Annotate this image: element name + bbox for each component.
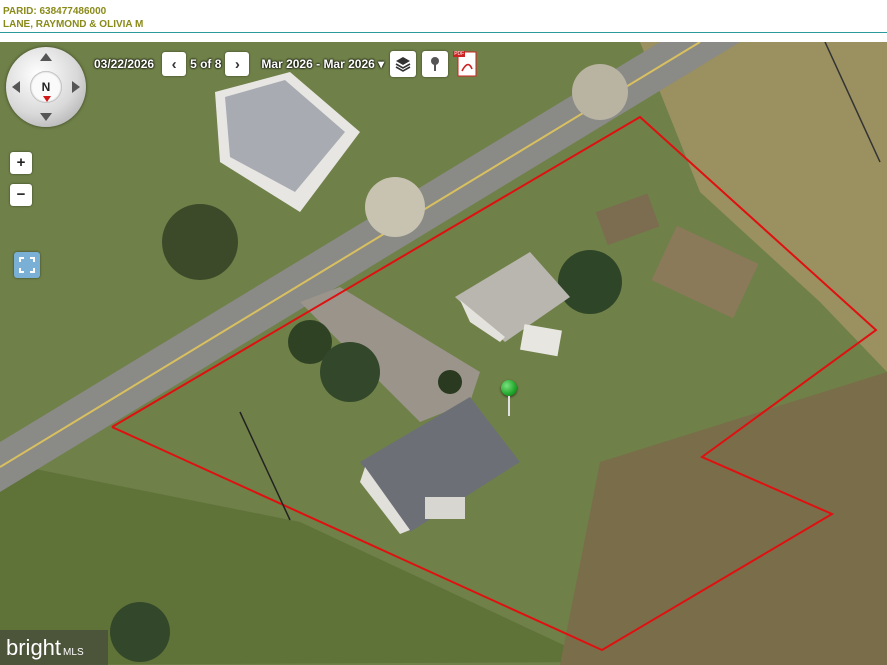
pdf-button[interactable]: PDF	[453, 51, 480, 77]
zoom-out-button[interactable]: −	[10, 184, 32, 206]
capture-date: 03/22/2026	[94, 57, 155, 71]
marker-stem	[508, 396, 510, 416]
pan-right-icon[interactable]	[72, 81, 80, 93]
date-range-label: Mar 2026 - Mar 2026	[261, 57, 375, 71]
chevron-left-icon: ‹	[171, 55, 177, 73]
brand-watermark: bright MLS	[0, 630, 108, 665]
parcel-header: PARID: 638477486000 LANE, RAYMOND & OLIV…	[0, 0, 887, 42]
compass-navigator[interactable]: N	[6, 47, 86, 127]
pan-up-icon[interactable]	[40, 53, 52, 61]
pin-icon	[431, 57, 440, 71]
owner-name: LANE, RAYMOND & OLIVIA M	[3, 19, 144, 30]
pan-left-icon[interactable]	[12, 81, 20, 93]
previous-image-button[interactable]: ‹	[162, 52, 187, 76]
chevron-right-icon: ›	[234, 55, 240, 73]
aerial-imagery	[0, 42, 887, 665]
chevron-down-icon: ▾	[378, 57, 385, 71]
next-image-button[interactable]: ›	[225, 52, 250, 76]
pin-button[interactable]	[422, 51, 449, 77]
north-needle-icon	[43, 96, 51, 102]
date-range-dropdown[interactable]: Mar 2026 - Mar 2026 ▾	[261, 57, 384, 71]
parcel-id: PARID: 638477486000	[3, 6, 107, 17]
watermark-brand: bright	[6, 635, 62, 660]
layers-button[interactable]	[390, 51, 417, 77]
layers-icon	[395, 57, 411, 72]
fullscreen-icon[interactable]	[14, 252, 40, 278]
location-marker-icon[interactable]	[501, 380, 517, 396]
zoom-in-button[interactable]: +	[10, 152, 32, 174]
imagery-toolbar: 03/22/2026 ‹ 5 of 8 › Mar 2026 - Mar 202…	[94, 51, 480, 77]
image-counter: 5 of 8	[190, 57, 222, 71]
watermark-suffix: MLS	[63, 647, 84, 658]
pdf-badge: PDF	[453, 51, 466, 57]
aerial-map[interactable]: N + − 03/22/2026 ‹ 5 of 8 › Mar 2026 - M…	[0, 42, 887, 665]
header-divider	[0, 32, 887, 33]
pan-down-icon[interactable]	[40, 113, 52, 121]
